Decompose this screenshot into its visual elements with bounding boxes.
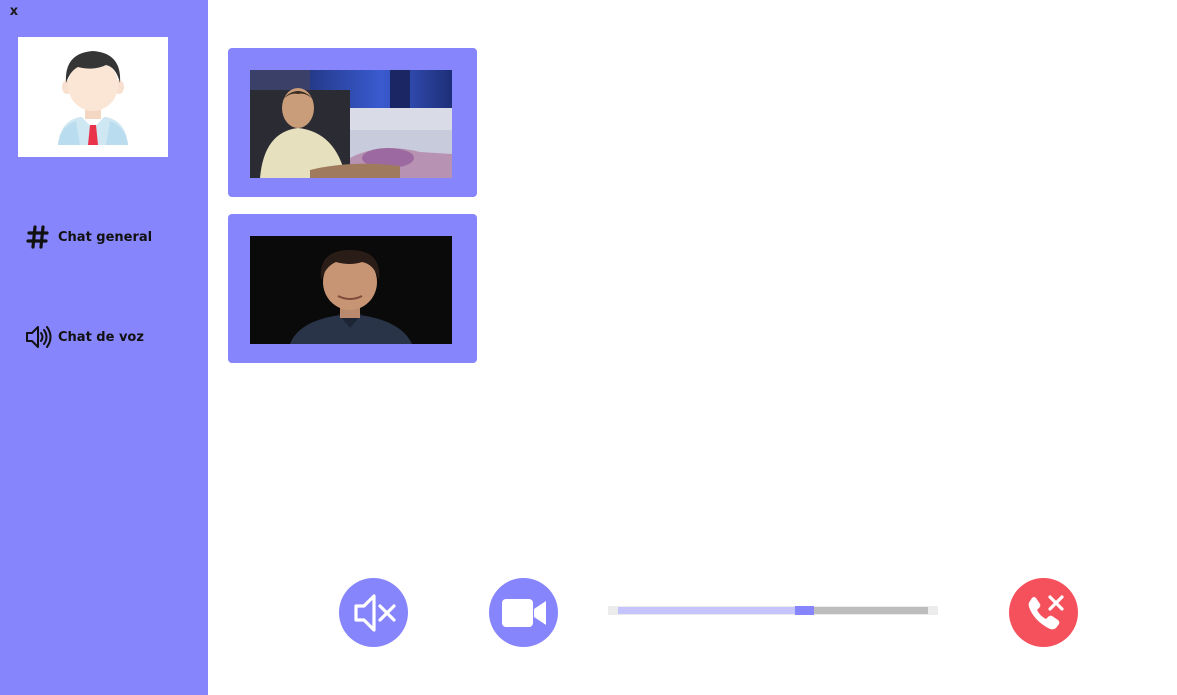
volume-thumb[interactable] bbox=[795, 606, 814, 615]
phone-hangup-icon bbox=[1028, 594, 1064, 629]
participant-video-2 bbox=[250, 236, 452, 344]
camera-button[interactable] bbox=[489, 578, 558, 647]
speaker-muted-icon bbox=[353, 593, 396, 632]
video-tile-2[interactable] bbox=[228, 214, 477, 363]
sidebar: x Chat general Chat de voz bbox=[0, 0, 208, 695]
avatar bbox=[18, 37, 168, 157]
hash-icon bbox=[24, 223, 52, 251]
hangup-button[interactable] bbox=[1009, 578, 1078, 647]
sidebar-item-label: Chat de voz bbox=[58, 329, 144, 345]
user-avatar-icon bbox=[58, 51, 128, 145]
video-camera-icon bbox=[501, 598, 546, 627]
participant-video-1 bbox=[250, 70, 452, 178]
speaker-icon bbox=[24, 323, 52, 351]
volume-fill bbox=[618, 607, 804, 614]
volume-rail bbox=[618, 606, 928, 615]
video-tile-1[interactable] bbox=[228, 48, 477, 197]
sidebar-item-chat-de-voz[interactable]: Chat de voz bbox=[24, 322, 144, 352]
volume-slider[interactable] bbox=[608, 606, 938, 615]
sidebar-item-label: Chat general bbox=[58, 229, 153, 245]
close-button[interactable]: x bbox=[6, 3, 22, 21]
mute-button[interactable] bbox=[339, 578, 408, 647]
sidebar-item-chat-general[interactable]: Chat general bbox=[24, 222, 152, 252]
